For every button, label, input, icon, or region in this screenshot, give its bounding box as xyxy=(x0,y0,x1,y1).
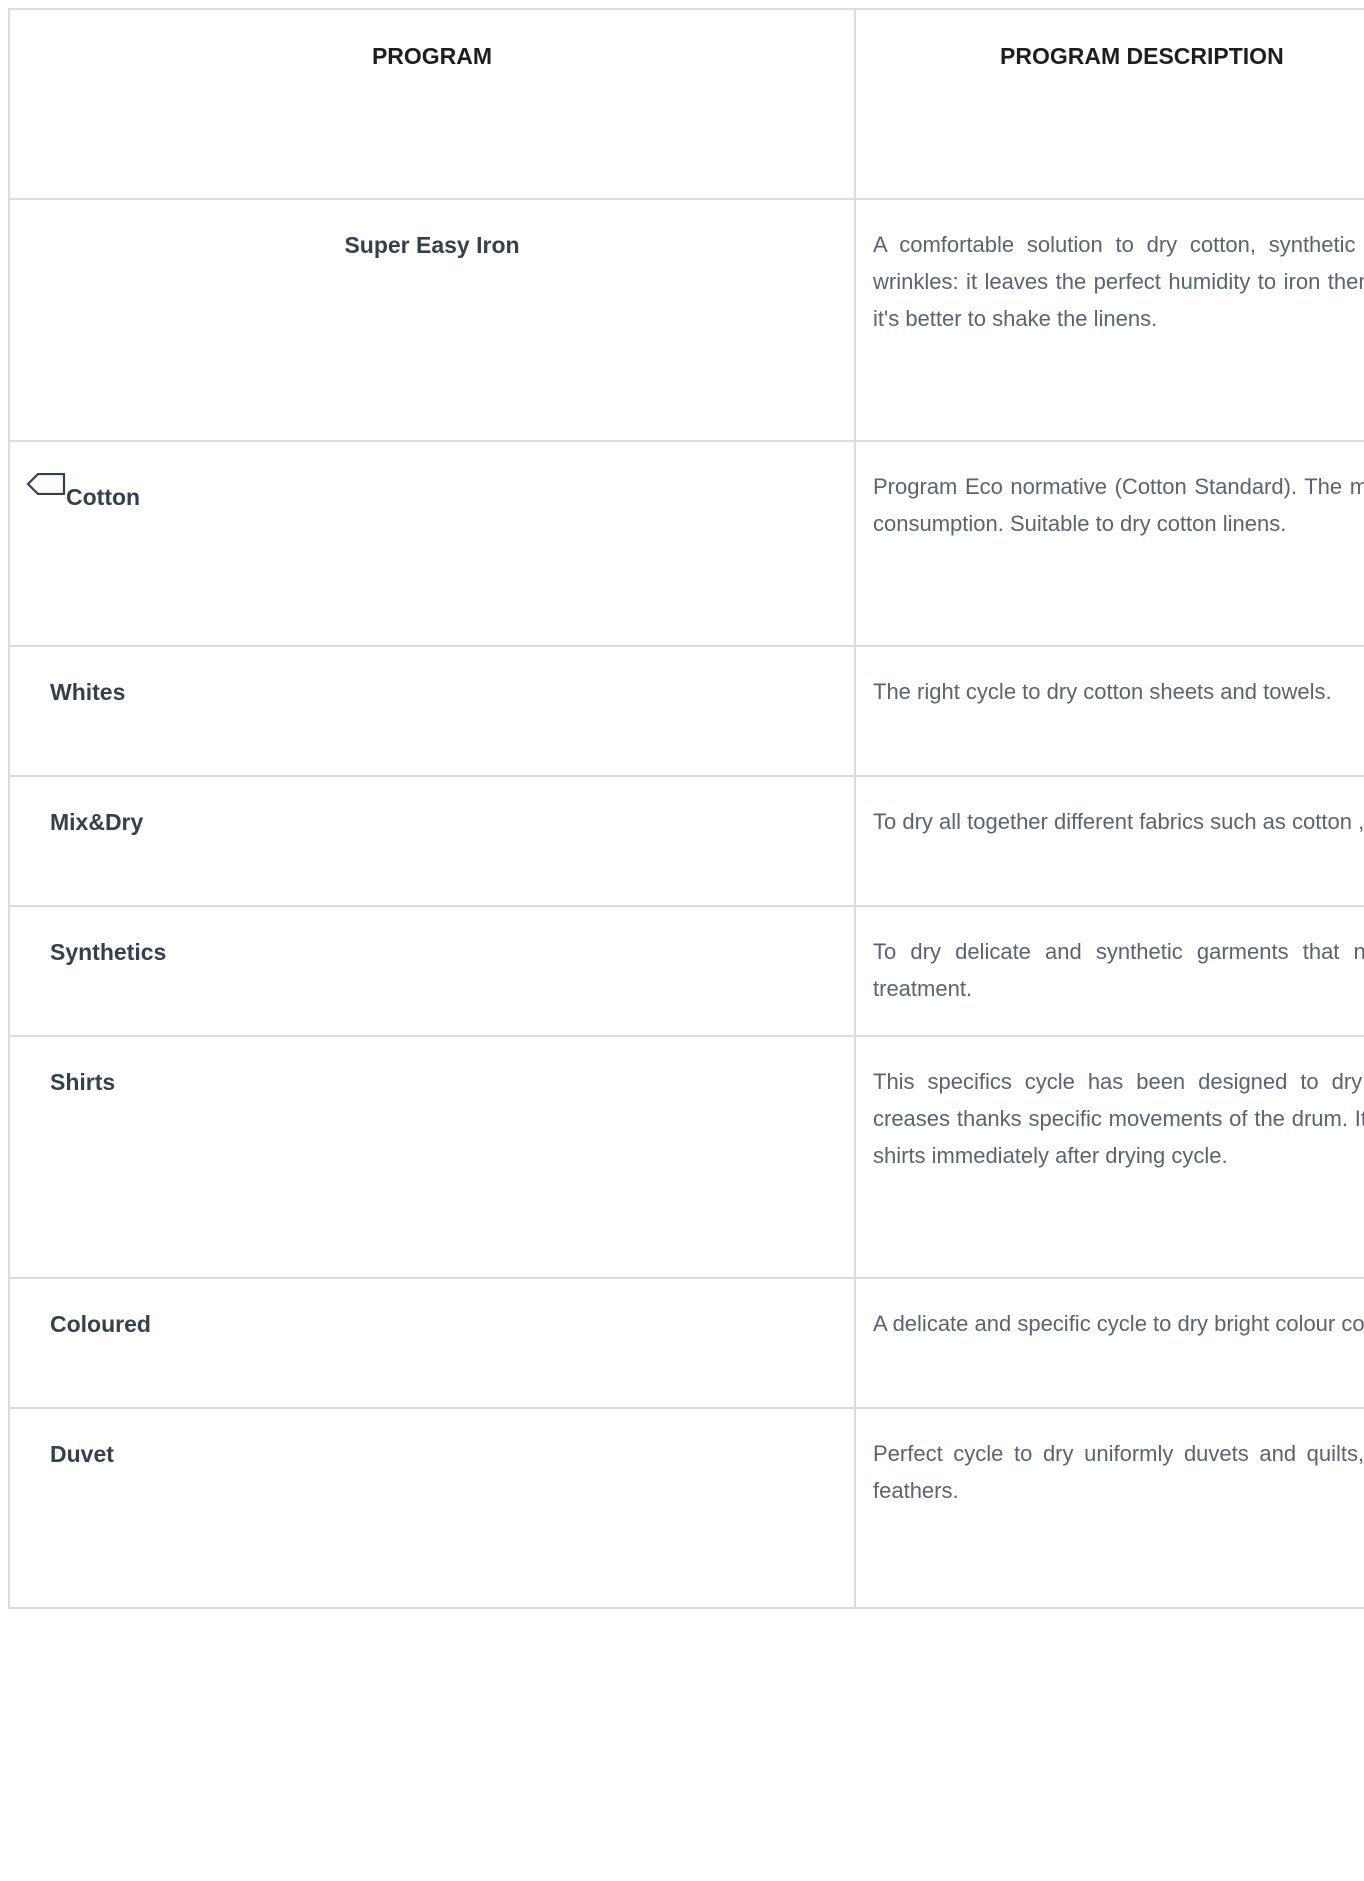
table-row: Super Easy Iron A comfortable solution t… xyxy=(8,198,1364,442)
program-table: PROGRAM PROGRAM DESCRIPTION Super Easy I… xyxy=(8,8,1364,1609)
program-name: Super Easy Iron xyxy=(8,198,856,442)
table-row: Whites The right cycle to dry cotton she… xyxy=(8,645,1364,777)
header-program-description: PROGRAM DESCRIPTION xyxy=(854,8,1364,200)
table-row: Shirts This specifics cycle has been des… xyxy=(8,1035,1364,1279)
program-description: To dry all together different fabrics su… xyxy=(854,775,1364,907)
program-name: Duvet xyxy=(8,1407,856,1609)
table-row: Coloured A delicate and specific cycle t… xyxy=(8,1277,1364,1409)
program-name: Coloured xyxy=(8,1277,856,1409)
program-description: To dry delicate and synthetic garments t… xyxy=(854,905,1364,1037)
program-name: Whites xyxy=(8,645,856,777)
program-description: A delicate and specific cycle to dry bri… xyxy=(854,1277,1364,1409)
table-row: Duvet Perfect cycle to dry uniformly duv… xyxy=(8,1407,1364,1609)
program-table-container: PROGRAM PROGRAM DESCRIPTION Super Easy I… xyxy=(8,8,1364,1881)
program-name: Mix&Dry xyxy=(8,775,856,907)
program-name: Shirts xyxy=(8,1035,856,1279)
tag-icon xyxy=(26,473,66,495)
program-cell-cotton: Cotton xyxy=(8,440,856,647)
program-name: Cotton xyxy=(66,484,141,510)
program-description: A comfortable solution to dry cotton, sy… xyxy=(854,198,1364,442)
program-description: Perfect cycle to dry uniformly duvets an… xyxy=(854,1407,1364,1609)
program-description: Program Eco normative (Cotton Standard).… xyxy=(854,440,1364,647)
header-program: PROGRAM xyxy=(8,8,856,200)
program-description: The right cycle to dry cotton sheets and… xyxy=(854,645,1364,777)
table-row: Cotton Program Eco normative (Cotton Sta… xyxy=(8,440,1364,647)
program-description: This specifics cycle has been designed t… xyxy=(854,1035,1364,1279)
table-row: Mix&Dry To dry all together different fa… xyxy=(8,775,1364,907)
program-name: Synthetics xyxy=(8,905,856,1037)
table-header-row: PROGRAM PROGRAM DESCRIPTION xyxy=(8,8,1364,200)
table-row: Synthetics To dry delicate and synthetic… xyxy=(8,905,1364,1037)
